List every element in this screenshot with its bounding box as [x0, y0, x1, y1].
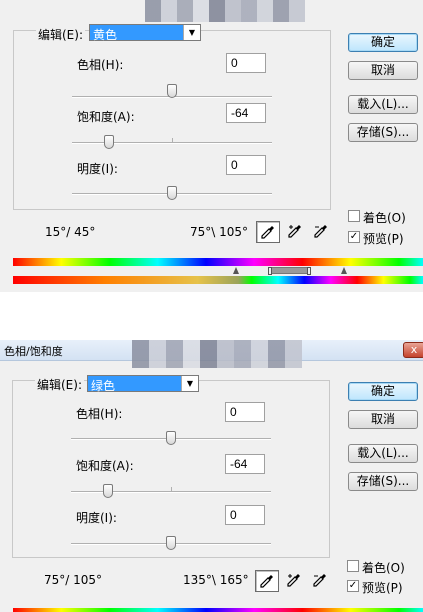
cancel-button[interactable]: 取消 [348, 61, 418, 80]
ok-button[interactable]: 确定 [348, 33, 418, 52]
saturation-slider-thumb[interactable] [103, 484, 113, 498]
hue-label: 色相(H): [76, 407, 123, 421]
eyedropper-icon [261, 226, 274, 239]
range-selection-bar[interactable] [270, 267, 310, 274]
saturation-slider-thumb[interactable] [104, 135, 114, 149]
saturation-slider-track[interactable] [71, 491, 271, 493]
close-button[interactable]: x [403, 342, 423, 358]
load-button[interactable]: 载入(L)... [348, 95, 418, 114]
range-falloff-right-marker[interactable] [341, 267, 347, 274]
hue-slider-thumb[interactable] [166, 431, 176, 445]
saturation-center-tick [172, 138, 173, 142]
saturation-input[interactable] [225, 454, 265, 474]
range-right-readout: 135°\ 165° [183, 573, 249, 587]
saturation-slider-track[interactable] [72, 142, 272, 144]
chevron-down-icon[interactable]: ▼ [181, 376, 198, 391]
saturation-label: 饱和度(A): [77, 110, 135, 124]
eyedropper-minus-tool[interactable] [309, 570, 333, 592]
hue-saturation-dialog-1: 编辑(E): 黄色 ▼ 色相(H): 饱和度(A): 明度(I): 确定 取消 … [0, 0, 423, 292]
lightness-slider-thumb[interactable] [167, 186, 177, 200]
colorize-label: 着色(O) [363, 211, 406, 225]
adjusted-color-bar [13, 276, 423, 284]
range-falloff-left-marker[interactable] [233, 267, 239, 274]
range-handle-right[interactable] [307, 267, 311, 275]
preview-label: 预览(P) [363, 232, 404, 246]
redacted-title-area [145, 0, 305, 22]
load-button[interactable]: 载入(L)... [348, 444, 418, 463]
close-icon: x [410, 343, 418, 356]
edit-select[interactable]: 绿色 ▼ [87, 375, 199, 393]
saturation-center-tick [171, 487, 172, 491]
preview-checkbox[interactable]: ✓ [347, 580, 359, 592]
eyedropper-plus-icon [288, 225, 301, 238]
lightness-label: 明度(I): [77, 162, 118, 176]
saturation-label: 饱和度(A): [76, 459, 134, 473]
lightness-label: 明度(I): [76, 511, 117, 525]
dialog-title: 色相/饱和度 [4, 345, 63, 358]
hue-input[interactable] [225, 402, 265, 422]
preview-label: 预览(P) [362, 581, 403, 595]
eyedropper-tool[interactable] [255, 570, 279, 592]
range-left-readout: 15°/ 45° [45, 225, 96, 239]
edit-select[interactable]: 黄色 ▼ [89, 24, 201, 42]
colorize-checkbox[interactable] [348, 210, 360, 222]
chevron-down-icon[interactable]: ▼ [183, 25, 200, 40]
preview-checkbox[interactable]: ✓ [348, 231, 360, 243]
range-left-readout: 75°/ 105° [44, 573, 103, 587]
edit-group-box: 编辑(E): 绿色 ▼ 色相(H): 饱和度(A): 明度(I): [12, 375, 330, 558]
colorize-label: 着色(O) [362, 561, 405, 575]
hue-slider-thumb[interactable] [167, 84, 177, 98]
edit-label: 编辑(E): [35, 376, 84, 393]
eyedropper-minus-icon [314, 225, 327, 238]
save-preset-button[interactable]: 存储(S)... [348, 472, 418, 491]
edit-select-value: 绿色 [91, 379, 116, 393]
eyedropper-plus-icon [287, 574, 300, 587]
eyedropper-minus-icon [313, 574, 326, 587]
ok-button[interactable]: 确定 [348, 382, 418, 401]
source-color-bar [13, 608, 423, 612]
cancel-button[interactable]: 取消 [348, 410, 418, 429]
colorize-checkbox[interactable] [347, 560, 359, 572]
redacted-title-area [132, 340, 302, 368]
lightness-slider-thumb[interactable] [166, 536, 176, 550]
save-preset-button[interactable]: 存储(S)... [348, 123, 418, 142]
hue-saturation-dialog-2: 色相/饱和度 x 编辑(E): 绿色 ▼ 色相(H): 饱和度(A): 明度(I… [0, 340, 423, 612]
eyedropper-tool[interactable] [256, 221, 280, 243]
range-handle-left[interactable] [268, 267, 272, 275]
eyedropper-plus-tool[interactable] [284, 221, 308, 243]
lightness-input[interactable] [226, 155, 266, 175]
edit-label: 编辑(E): [36, 26, 85, 43]
eyedropper-minus-tool[interactable] [310, 221, 334, 243]
range-right-readout: 75°\ 105° [190, 225, 249, 239]
saturation-input[interactable] [226, 103, 266, 123]
eyedropper-plus-tool[interactable] [283, 570, 307, 592]
lightness-input[interactable] [225, 505, 265, 525]
edit-select-value: 黄色 [93, 28, 118, 42]
edit-group-box: 编辑(E): 黄色 ▼ 色相(H): 饱和度(A): 明度(I): [13, 24, 331, 210]
eyedropper-icon [260, 575, 273, 588]
hue-input[interactable] [226, 53, 266, 73]
source-color-bar [13, 258, 423, 266]
hue-label: 色相(H): [77, 58, 124, 72]
